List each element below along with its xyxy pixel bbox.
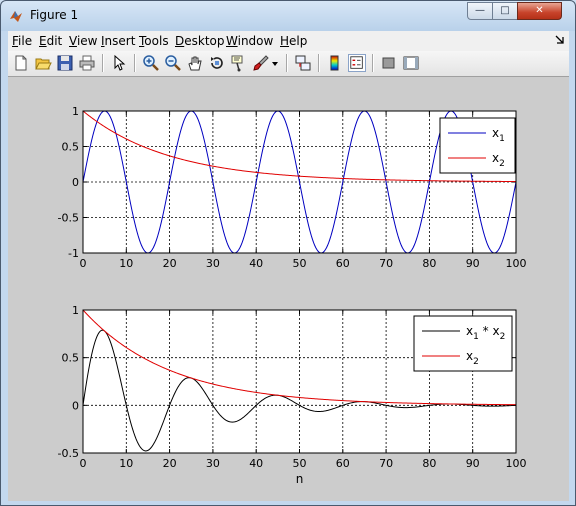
save-icon[interactable] bbox=[56, 54, 74, 72]
y-tick-label: 0 bbox=[72, 176, 79, 189]
zoom-in-icon[interactable] bbox=[142, 54, 160, 72]
figure-canvas: 0 10 20 30 40 50 60 70 80 90 100-1-0.500.51x1x20 10… bbox=[58, 105, 527, 486]
menu-edit[interactable]: Edit bbox=[39, 34, 62, 48]
x-tick-label: 80 bbox=[422, 257, 436, 270]
close-button[interactable]: ✕ bbox=[517, 2, 562, 20]
minimize-button[interactable]: — bbox=[467, 2, 493, 20]
x-tick-label: 70 bbox=[379, 457, 393, 470]
menu-file[interactable]: File bbox=[12, 34, 32, 48]
menu-window[interactable]: Window bbox=[226, 34, 273, 48]
new-figure-icon[interactable] bbox=[12, 54, 30, 72]
legend[interactable]: x1x2 bbox=[439, 117, 516, 174]
axes-1[interactable]: 0 10 20 30 40 50 60 70 80 90 100 -1 -0.5 0 0.5 1 x1x2 bbox=[58, 105, 527, 270]
menu-bar: File Edit View Insert Tools Desktop Wind… bbox=[8, 31, 569, 51]
show-plot-tools-icon[interactable] bbox=[402, 54, 420, 72]
title-bar[interactable]: Figure 1 — □ ✕ bbox=[1, 1, 575, 31]
x-axis-label: n bbox=[296, 472, 304, 486]
menu-view[interactable]: View bbox=[69, 34, 97, 48]
dropdown-arrow-icon[interactable] bbox=[270, 54, 280, 72]
x-tick-label: 10 bbox=[119, 257, 133, 270]
rotate-3d-icon[interactable] bbox=[208, 54, 226, 72]
x-tick-label: 100 bbox=[506, 457, 527, 470]
x-tick-label: 90 bbox=[466, 457, 480, 470]
x-tick-label: 0 bbox=[80, 257, 87, 270]
x-tick-label: 80 bbox=[422, 457, 436, 470]
x-tick-label: 40 bbox=[249, 257, 263, 270]
x-tick-label: 40 bbox=[249, 457, 263, 470]
x-tick-label: 50 bbox=[293, 457, 307, 470]
edit-plot-arrow-icon[interactable] bbox=[110, 54, 128, 72]
pan-hand-icon[interactable] bbox=[186, 54, 204, 72]
x-tick-label: 100 bbox=[506, 257, 527, 270]
dock-arrow-icon[interactable] bbox=[555, 34, 565, 44]
data-cursor-icon[interactable] bbox=[230, 54, 248, 72]
x-tick-label: 60 bbox=[336, 457, 350, 470]
matlab-logo-icon bbox=[10, 11, 22, 22]
figure-toolbar bbox=[8, 51, 569, 77]
x-tick-label: 20 bbox=[163, 257, 177, 270]
menu-desktop[interactable]: Desktop bbox=[175, 34, 225, 48]
maximize-button[interactable]: □ bbox=[492, 2, 518, 20]
hide-plot-tools-icon[interactable] bbox=[380, 54, 398, 72]
x-tick-label: 30 bbox=[206, 257, 220, 270]
y-tick-label: 0 bbox=[72, 399, 79, 412]
x-tick-label: 30 bbox=[206, 457, 220, 470]
brush-icon[interactable] bbox=[252, 54, 270, 72]
colorbar-icon[interactable] bbox=[326, 54, 344, 72]
x-tick-label: 70 bbox=[379, 257, 393, 270]
menu-insert[interactable]: Insert bbox=[101, 34, 135, 48]
window-title: Figure 1 bbox=[30, 8, 79, 22]
link-plot-icon[interactable] bbox=[294, 54, 312, 72]
y-tick-label: -0.5 bbox=[58, 212, 79, 225]
axes-2[interactable]: 0 10 20 30 40 50 60 70 80 90 100-0.500.51nx1 * x2x… bbox=[58, 304, 527, 486]
y-tick-label: 1 bbox=[72, 105, 79, 118]
y-tick-label: 0.5 bbox=[62, 352, 80, 365]
menu-tools[interactable]: Tools bbox=[139, 34, 169, 48]
x-tick-label: 60 bbox=[336, 257, 350, 270]
x-tick-label: 10 bbox=[119, 457, 133, 470]
legend[interactable]: x1 * x2x2 bbox=[413, 315, 513, 372]
x-tick-label: 0 bbox=[80, 457, 87, 470]
menu-help[interactable]: Help bbox=[280, 34, 307, 48]
y-tick-label: -0.5 bbox=[58, 447, 79, 460]
x-tick-label: 90 bbox=[466, 257, 480, 270]
open-file-icon[interactable] bbox=[34, 54, 52, 72]
x-tick-label: 50 bbox=[293, 257, 307, 270]
figure-client-area: File Edit View Insert Tools Desktop Wind… bbox=[8, 31, 569, 501]
figure-window: Figure 1 — □ ✕ File Edit View Insert Too… bbox=[0, 0, 576, 506]
y-tick-label: -1 bbox=[68, 247, 79, 260]
x-tick-label: 20 bbox=[163, 457, 177, 470]
print-icon[interactable] bbox=[78, 54, 96, 72]
y-tick-label: 0.5 bbox=[62, 141, 80, 154]
legend-icon[interactable] bbox=[348, 54, 366, 72]
y-tick-label: 1 bbox=[72, 304, 79, 317]
zoom-out-icon[interactable] bbox=[164, 54, 182, 72]
